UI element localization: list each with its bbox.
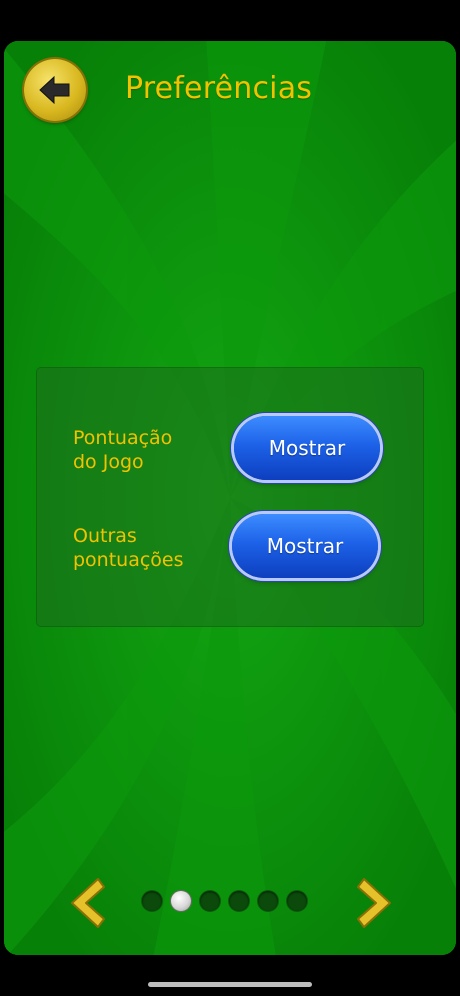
page-dot-2-active[interactable] [171,891,191,911]
show-game-score-button-label: Mostrar [268,436,346,460]
preferences-panel: Preferências Pontuação do Jogo Mostrar O… [4,41,456,955]
show-game-score-button[interactable]: Mostrar [234,416,380,480]
other-scores-label: Outras pontuações [73,524,184,572]
page-title: Preferências [125,71,313,106]
screen: Preferências Pontuação do Jogo Mostrar O… [0,0,460,996]
other-scores-label-line1: Outras [73,525,137,547]
chevron-left-icon[interactable] [64,875,108,931]
page-dot-6[interactable] [287,891,307,911]
page-dot-4[interactable] [229,891,249,911]
back-button[interactable] [24,59,86,121]
chevron-right-icon[interactable] [354,875,398,931]
score-game-label-line1: Pontuação [73,427,173,449]
show-other-scores-button[interactable]: Mostrar [232,514,378,578]
settings-box: Pontuação do Jogo Mostrar Outras pontuaç… [37,368,423,626]
arrow-left-icon [39,75,70,105]
show-other-scores-button-label: Mostrar [266,534,344,558]
other-scores-label-line2: pontuações [73,549,184,571]
page-dot-5[interactable] [258,891,278,911]
score-game-label-line2: do Jogo [73,451,144,473]
page-dot-1[interactable] [142,891,162,911]
score-game-label: Pontuação do Jogo [73,426,172,474]
page-dot-3[interactable] [200,891,220,911]
home-indicator[interactable] [148,982,312,987]
page-indicator [142,891,307,915]
